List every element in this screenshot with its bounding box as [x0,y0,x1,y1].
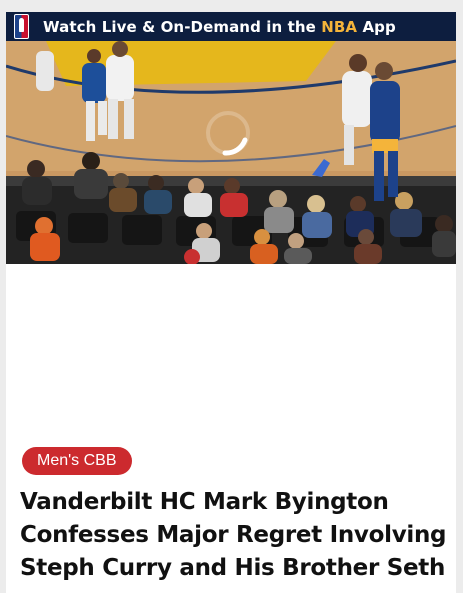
article-headline[interactable]: Vanderbilt HC Mark Byington Confesses Ma… [20,486,450,585]
promo-text-prefix: Watch Live & On-Demand in the [43,17,322,36]
nba-app-promo-banner[interactable]: Watch Live & On-Demand in the NBA App [6,12,456,41]
promo-text-suffix: App [357,17,396,36]
ad-placeholder [6,264,456,444]
nba-logo-icon [14,14,29,39]
article-card[interactable]: Watch Live & On-Demand in the NBA App Me… [6,12,456,593]
promo-text: Watch Live & On-Demand in the NBA App [43,18,396,36]
video-player[interactable]: Watch Live & On-Demand in the NBA App [6,12,456,264]
promo-brand: NBA [321,17,358,36]
category-badge[interactable]: Men's CBB [22,447,132,475]
loading-spinner-icon [206,111,250,156]
